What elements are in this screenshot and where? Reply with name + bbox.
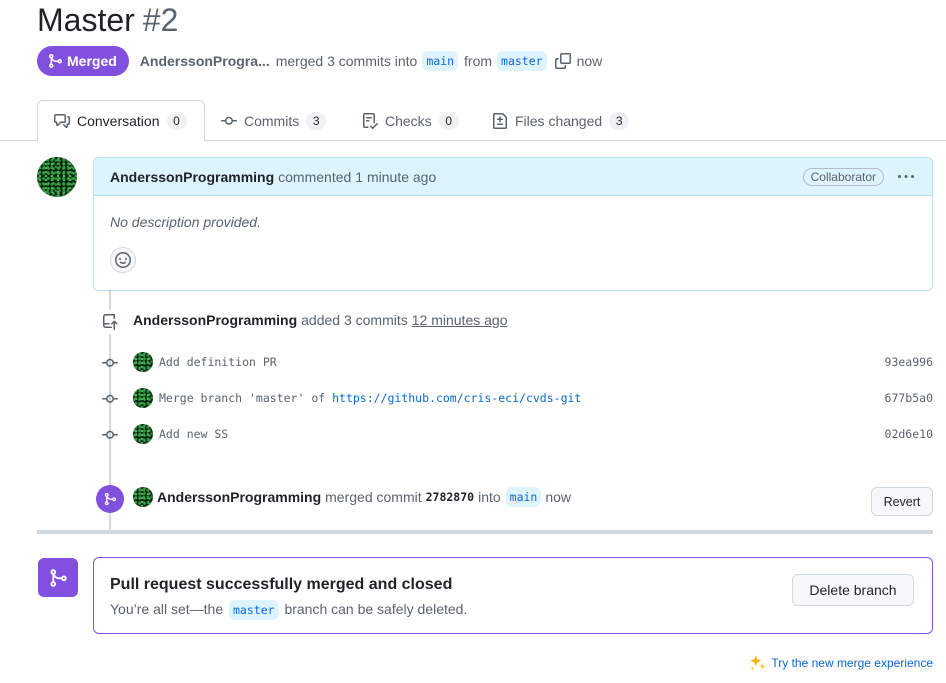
tab-counter: 3 [609, 111, 630, 130]
commit-sha[interactable]: 93ea996 [885, 355, 933, 369]
pr-meta: Merged AnderssonProgra... merged 3 commi… [37, 46, 602, 76]
merge-commit-sha[interactable]: 2782870 [426, 490, 474, 504]
tab-counter: 3 [306, 111, 327, 130]
copy-icon[interactable] [554, 53, 571, 69]
into-text: into [478, 489, 501, 505]
comment-discussion-icon [54, 114, 70, 128]
tab-label: Files changed [515, 112, 603, 129]
timeline-divider [37, 530, 933, 534]
author-link[interactable]: AnderssonProgra... [140, 53, 270, 69]
merge-time: now [576, 53, 603, 69]
pr-title: Master #2 [37, 2, 178, 39]
merge-status-subtext: You’re all set—the master branch can be … [110, 600, 468, 620]
state-label: Merged [67, 53, 117, 69]
avatar[interactable] [133, 388, 153, 408]
deletable-branch: master [229, 600, 279, 620]
tab-files-changed[interactable]: Files changed 3 [492, 100, 630, 141]
merged-event: AnderssonProgramming merged commit 27828… [133, 487, 571, 507]
from-text: from [464, 53, 493, 69]
commits-author[interactable]: AnderssonProgramming [133, 312, 297, 328]
try-new-merge-link[interactable]: Try the new merge experience [749, 654, 933, 672]
avatar[interactable] [37, 157, 77, 197]
tab-commits[interactable]: Commits 3 [221, 100, 327, 141]
pr-description-comment: AnderssonProgramming commented 1 minute … [93, 157, 933, 291]
delete-branch-button[interactable]: Delete branch [792, 574, 914, 606]
kebab-horizontal-icon[interactable] [896, 169, 916, 185]
git-commit-icon [101, 354, 119, 372]
collaborator-badge: Collaborator [802, 167, 884, 186]
commit-row: Add definition PR 93ea996 [133, 352, 933, 372]
file-diff-icon [493, 112, 507, 129]
tab-counter: 0 [438, 111, 459, 130]
pr-title-text: Master [37, 2, 135, 38]
commit-row: Merge branch 'master' of https://github.… [133, 388, 933, 408]
repo-push-icon [98, 310, 122, 334]
commit-message-text: Merge branch 'master' of [159, 391, 333, 405]
merged-state-badge: Merged [37, 46, 129, 76]
smiley-icon[interactable] [110, 247, 136, 273]
git-commit-icon [101, 426, 119, 444]
merge-status-box: Pull request successfully merged and clo… [93, 557, 933, 634]
avatar[interactable] [133, 487, 153, 507]
commit-sha[interactable]: 677b5a0 [885, 391, 933, 405]
git-merge-icon [49, 54, 63, 68]
base-branch[interactable]: main [422, 51, 459, 71]
revert-button[interactable]: Revert [871, 487, 933, 516]
avatar[interactable] [133, 424, 153, 444]
comment-body: No description provided. [110, 214, 261, 230]
merged-author[interactable]: AnderssonProgramming [157, 489, 321, 505]
git-merge-icon [38, 558, 78, 597]
git-commit-icon [221, 116, 237, 125]
commit-message[interactable]: Merge branch 'master' of https://github.… [159, 391, 581, 405]
subtext-before: You’re all set—the [110, 601, 224, 617]
comment-header: AnderssonProgramming commented 1 minute … [94, 158, 932, 196]
commit-row: Add new SS 02d6e10 [133, 424, 933, 444]
avatar[interactable] [133, 352, 153, 372]
tab-label: Checks [385, 112, 432, 129]
tab-counter: 0 [166, 112, 187, 130]
comment-action: commented [278, 168, 352, 185]
merge-action-text: merged 3 commits into [275, 53, 418, 69]
tab-label: Commits [244, 112, 300, 129]
pr-number: #2 [142, 2, 179, 38]
git-commit-icon [101, 390, 119, 408]
commits-action: added 3 commits [301, 312, 408, 328]
head-branch[interactable]: master [497, 51, 547, 71]
commit-message[interactable]: Add new SS [159, 427, 228, 441]
sparkles-icon [750, 655, 767, 671]
tab-conversation[interactable]: Conversation 0 [37, 100, 205, 142]
tab-label: Conversation [77, 113, 160, 129]
merged-time: now [545, 489, 572, 505]
tab-checks[interactable]: Checks 0 [362, 100, 459, 141]
commits-added-event: AnderssonProgramming added 3 commits 12 … [133, 312, 507, 328]
try-link-label: Try the new merge experience [771, 656, 933, 670]
commit-message[interactable]: Add definition PR [159, 355, 277, 369]
commit-message-link[interactable]: https://github.com/cris-eci/cvds-git [332, 391, 581, 405]
merged-into-branch[interactable]: main [505, 487, 542, 507]
commits-time[interactable]: 12 minutes ago [412, 312, 508, 328]
git-merge-icon [96, 485, 124, 513]
merged-action: merged commit [325, 489, 422, 505]
comment-author[interactable]: AnderssonProgramming [110, 169, 274, 185]
commit-sha[interactable]: 02d6e10 [885, 427, 933, 441]
comment-time[interactable]: 1 minute ago [355, 169, 436, 185]
subtext-after: branch can be safely deleted. [284, 601, 468, 617]
merge-status-heading: Pull request successfully merged and clo… [110, 576, 453, 593]
checklist-icon [363, 112, 378, 129]
pr-tabs: Conversation 0 Commits 3 Checks 0 Files … [0, 100, 946, 142]
